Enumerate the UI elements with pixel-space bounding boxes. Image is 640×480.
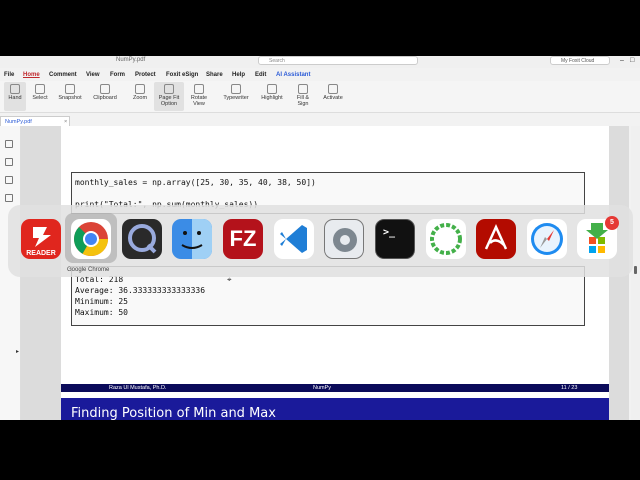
slide-title-bar: Finding Position of Min and Max [61, 398, 609, 420]
scroll-thumb[interactable] [634, 266, 637, 274]
dock-app-adobe-acrobat[interactable] [476, 219, 516, 259]
search-input[interactable]: Search [258, 56, 418, 65]
footer-author: Raza Ul Mustafa, Ph.D. [109, 385, 167, 391]
reader-label: READER [26, 250, 56, 257]
footer-page-number: 11 / 23 [561, 385, 578, 391]
menu-foxit-esign[interactable]: Foxit eSign [166, 70, 198, 80]
page-fit-icon [164, 84, 174, 94]
ribbon-toolbar: Hand Select Snapshot Clipboard Zoom Page… [0, 81, 640, 113]
select-tool-button[interactable]: Select [28, 82, 52, 111]
dock-app-foxit-reader[interactable]: READER [21, 219, 61, 259]
highlight-button[interactable]: Highlight [257, 82, 287, 111]
clipboard-button[interactable]: Clipboard [89, 82, 121, 111]
terminal-label: >_ [383, 227, 396, 238]
acrobat-icon [484, 223, 508, 250]
title-bar: NumPy.pdf Search My Foxit Cloud – □ [0, 56, 640, 68]
footer-title: NumPy [313, 385, 332, 391]
dock: Google Chrome READER FZ >_ [8, 205, 633, 277]
typewriter-button[interactable]: Typewriter [219, 82, 253, 111]
menu-edit[interactable]: Edit [255, 70, 266, 80]
vertical-scrollbar[interactable] [631, 126, 640, 420]
menu-home[interactable]: Home [23, 70, 40, 80]
menu-ai-assistant[interactable]: AI Assistant [276, 70, 310, 80]
maximize-icon[interactable]: □ [630, 56, 634, 65]
hand-tool-button[interactable]: Hand [4, 82, 26, 111]
highlight-icon [267, 84, 277, 94]
page-fit-option-button[interactable]: Page Fit Option [154, 82, 184, 111]
tab-numpy-pdf[interactable]: NumPy.pdf × [0, 116, 70, 126]
chrome-icon [74, 222, 108, 256]
panel-expand-icon[interactable]: ▸ [16, 348, 19, 355]
account-label: My Foxit Cloud [561, 58, 595, 64]
zoom-icon [135, 84, 145, 94]
quicktime-icon [128, 224, 157, 254]
dock-app-vscode[interactable] [274, 219, 314, 259]
rotate-view-button[interactable]: Rotate View [187, 82, 211, 111]
reader-icon: READER [26, 227, 56, 257]
cursor-icon [35, 84, 45, 94]
finder-icon [181, 219, 212, 259]
attachment-icon[interactable] [5, 194, 13, 202]
code-line-1: monthly_sales = np.array([25, 30, 35, 40… [75, 178, 316, 187]
dock-tooltip: Google Chrome [67, 267, 110, 273]
zoom-button[interactable]: Zoom [128, 82, 152, 111]
menu-comment[interactable]: Comment [49, 70, 77, 80]
pages-icon[interactable] [5, 158, 13, 166]
slide-title: Finding Position of Min and Max [71, 406, 276, 420]
foxit-window: NumPy.pdf Search My Foxit Cloud – □ File… [0, 56, 640, 420]
menu-file[interactable]: File [4, 70, 14, 80]
dock-app-google-chrome[interactable] [71, 219, 111, 259]
menu-view[interactable]: View [86, 70, 100, 80]
snapshot-button[interactable]: Snapshot [55, 82, 85, 111]
dock-app-filezilla[interactable]: FZ [223, 219, 263, 259]
search-placeholder: Search [269, 58, 285, 64]
comment-icon[interactable] [5, 176, 13, 184]
dock-app-finder[interactable] [172, 219, 212, 259]
menu-protect[interactable]: Protect [135, 70, 156, 80]
dock-app-safari[interactable] [527, 219, 567, 259]
dock-app-terminal[interactable]: >_ [375, 219, 415, 259]
fill-sign-button[interactable]: Fill & Sign [292, 82, 314, 111]
filezilla-label: FZ [229, 226, 257, 251]
settings-icon [333, 228, 357, 252]
tab-label: NumPy.pdf [5, 119, 32, 125]
dock-app-anaconda[interactable] [426, 219, 466, 259]
output-average: Average: 36.333333333333336 [75, 286, 206, 295]
output-minimum: Minimum: 25 [75, 297, 128, 306]
snapshot-icon [65, 84, 75, 94]
activate-icon [328, 84, 338, 94]
anaconda-icon [430, 223, 462, 255]
hand-icon [10, 84, 20, 94]
slide-footer: Raza Ul Mustafa, Ph.D. NumPy 11 / 23 [61, 384, 609, 392]
output-maximum: Maximum: 50 [75, 308, 128, 317]
notification-badge: 5 [605, 216, 619, 230]
dock-app-quicktime[interactable] [122, 219, 162, 259]
vscode-icon [280, 225, 307, 253]
window-title: NumPy.pdf [116, 57, 146, 63]
typewriter-icon [231, 84, 241, 94]
clipboard-icon [100, 84, 110, 94]
safari-icon [531, 223, 563, 255]
dock-app-system-settings[interactable] [324, 219, 364, 259]
menu-bar: File Home Comment View Form Protect Foxi… [0, 70, 640, 80]
pen-icon [298, 84, 308, 94]
account-button[interactable]: My Foxit Cloud [550, 56, 610, 65]
rotate-icon [194, 84, 204, 94]
menu-share[interactable]: Share [206, 70, 223, 80]
menu-form[interactable]: Form [110, 70, 125, 80]
mouse-cursor-icon: ⌖ [227, 275, 232, 284]
menu-help[interactable]: Help [232, 70, 245, 80]
minimize-icon[interactable]: – [620, 56, 624, 65]
activate-button[interactable]: Activate [318, 82, 348, 111]
bookmark-icon[interactable] [5, 140, 13, 148]
